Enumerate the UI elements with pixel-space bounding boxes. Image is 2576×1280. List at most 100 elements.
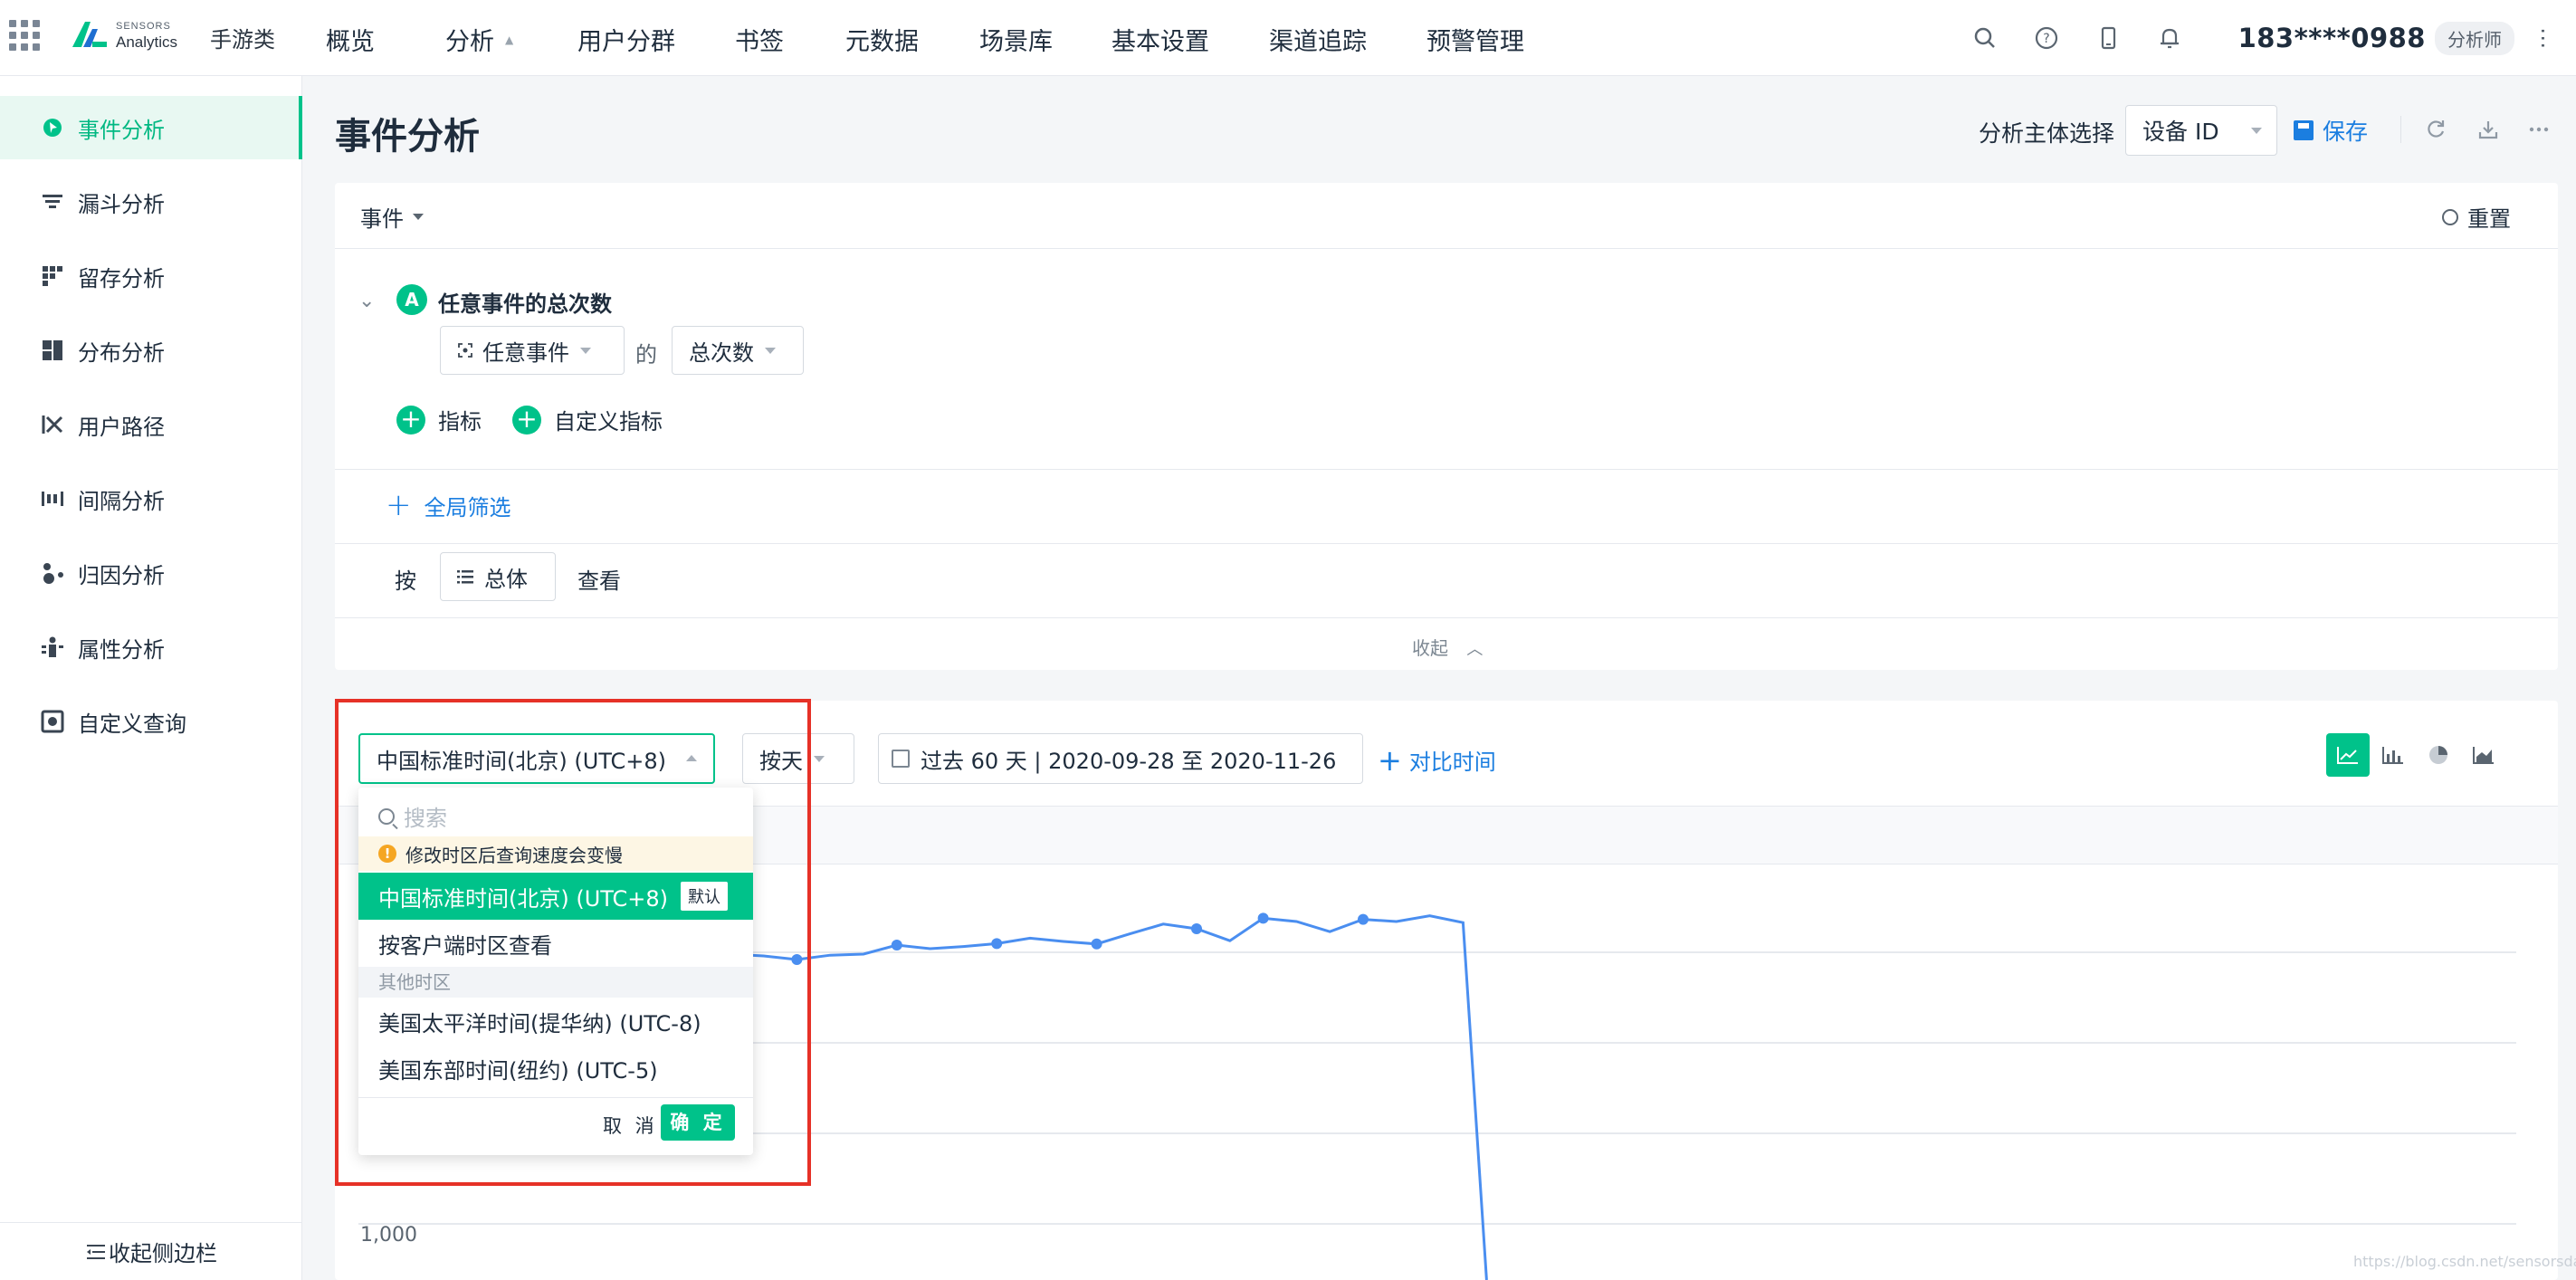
nav-item-metadata[interactable]: 元数据 [845,22,919,57]
nav-item-user-segments[interactable]: 用户分群 [577,22,675,57]
sidebar-item-interval-analysis[interactable]: 间隔分析 [0,467,302,530]
confirm-button[interactable]: 确 定 [661,1104,735,1141]
date-range-picker[interactable]: 过去 60 天 | 2020-09-28 至 2020-11-26 [878,733,1363,784]
collapse-query-button[interactable]: 收起 ︿ [1412,634,1483,660]
sidebar-item-user-path[interactable]: 用户路径 [0,393,302,456]
cancel-button[interactable]: 取 消 [603,1112,658,1139]
line-chart-toggle[interactable] [2326,733,2370,777]
sidebar-item-event-analysis[interactable]: 事件分析 [0,96,302,159]
query-panel: 事件 重置 ⌄ A 任意事件的总次数 任意事件 的 总次数 + 指标 + 自定义… [335,183,2558,670]
bell-icon[interactable] [2155,24,2184,53]
mobile-icon[interactable] [2094,24,2123,53]
subject-select[interactable]: 设备 ID [2125,105,2277,156]
divider [335,543,2558,544]
bar-chart-toggle[interactable] [2371,733,2415,777]
metric-badge: A [396,284,427,315]
sidebar-item-custom-query[interactable]: 自定义查询 [0,690,302,753]
collapse-sidebar-icon [87,1244,105,1259]
metric-title[interactable]: 任意事件的总次数 [438,286,612,318]
data-point[interactable] [1358,913,1369,925]
nav-item-channel-tracking[interactable]: 渠道追踪 [1269,22,1367,57]
chevron-up-icon: ︿ [1466,640,1484,659]
save-icon [2294,120,2314,140]
nav-item-scene-library[interactable]: 场景库 [979,22,1053,57]
plus-icon: + [386,487,412,523]
retention-icon [43,266,62,286]
pie-chart-icon [2429,746,2447,764]
user-account[interactable]: 183****0988 [2238,23,2426,53]
download-icon[interactable] [2476,118,2500,141]
distribution-icon [43,340,62,360]
project-selector[interactable]: 手游类 [210,22,275,53]
chevron-down-icon [814,755,825,762]
nav-item-alerts[interactable]: 预警管理 [1426,22,1524,57]
divider [335,617,2558,618]
sensors-analytics-logo[interactable]: SENSORS Analytics [69,18,177,51]
nav-item-overview[interactable]: 概览 [326,22,375,57]
timezone-group-other: 其他时区 [358,967,753,998]
event-icon [458,343,472,358]
aggregation-select[interactable]: 总次数 [672,326,804,375]
logo-mark-icon [72,22,107,47]
option-label: 按客户端时区查看 [378,932,552,959]
option-label: 中国标准时间(北京) (UTC+8) [378,885,669,912]
attribution-icon [43,563,63,584]
timezone-option-eastern[interactable]: 美国东部时间(纽约) (UTC-5) [358,1045,753,1092]
nav-label: 概览 [326,28,375,56]
nav-item-bookmarks[interactable]: 书签 [735,22,784,57]
role-badge: 分析师 [2435,21,2514,55]
chevron-down-icon [580,347,591,354]
timezone-option-client[interactable]: 按客户端时区查看 [358,920,753,967]
interval-icon [42,492,63,506]
granularity-select[interactable]: 按天 [742,733,854,784]
group-by-select[interactable]: 总体 [440,552,556,601]
more-options-icon[interactable] [2527,118,2551,141]
collapse-sidebar-button[interactable]: 收起侧边栏 [0,1222,302,1280]
data-point[interactable] [1091,938,1102,950]
timezone-option-pacific[interactable]: 美国太平洋时间(提华纳) (UTC-8) [358,998,753,1045]
line-chart-icon [2337,747,2358,764]
data-point[interactable] [791,954,803,965]
search-icon[interactable] [1970,24,1999,53]
add-metric-button[interactable]: + 指标 [396,404,482,435]
collapse-metric-icon[interactable]: ⌄ [358,290,375,312]
search-placeholder: 搜索 [404,806,447,831]
sidebar-item-label: 自定义查询 [78,711,186,737]
plus-circle-icon: + [396,405,425,435]
refresh-icon[interactable] [2424,118,2447,141]
timezone-search-input[interactable]: 搜索 [378,800,447,832]
data-point[interactable] [891,940,902,950]
nav-label: 渠道追踪 [1269,28,1367,56]
sidebar-item-retention-analysis[interactable]: 留存分析 [0,244,302,308]
compare-time-label: 对比时间 [1408,750,1496,775]
area-chart-toggle[interactable] [2462,733,2505,777]
app-grid-icon[interactable] [9,20,40,51]
compare-time-button[interactable]: + 对比时间 [1378,744,1496,776]
pie-chart-toggle[interactable] [2417,733,2460,777]
event-select-value: 任意事件 [482,339,569,366]
add-custom-metric-button[interactable]: + 自定义指标 [512,404,663,435]
event-select[interactable]: 任意事件 [440,326,625,375]
nav-item-basic-settings[interactable]: 基本设置 [1111,22,1209,57]
sidebar: 事件分析 漏斗分析 留存分析 分布分析 用户路径 间隔分析 归因分析 属性分析 … [0,76,302,1280]
save-button[interactable]: 保存 [2294,114,2368,147]
event-type-selector[interactable]: 事件 [360,201,424,233]
sidebar-item-property-analysis[interactable]: 属性分析 [0,616,302,679]
sidebar-item-funnel-analysis[interactable]: 漏斗分析 [0,170,302,234]
reset-button[interactable]: 重置 [2442,201,2511,233]
area-chart-icon [2473,747,2494,764]
nav-item-analysis[interactable]: 分析 ▲ [445,22,513,57]
sidebar-item-distribution-analysis[interactable]: 分布分析 [0,319,302,382]
divider [335,248,2558,249]
group-by-value: 总体 [484,566,528,592]
data-point[interactable] [991,938,1003,950]
sidebar-item-label: 事件分析 [78,117,165,143]
global-filter-button[interactable]: + 全局筛选 [386,487,511,523]
sidebar-item-attribution-analysis[interactable]: 归因分析 [0,541,302,605]
data-point[interactable] [1191,923,1202,934]
help-icon[interactable]: ? [2032,24,2061,53]
timezone-select[interactable]: 中国标准时间(北京) (UTC+8) [358,733,715,784]
more-menu-icon[interactable]: ⋯ [2531,27,2556,49]
data-point[interactable] [1257,912,1269,924]
timezone-option-beijing[interactable]: 中国标准时间(北京) (UTC+8) 默认 [358,873,753,920]
